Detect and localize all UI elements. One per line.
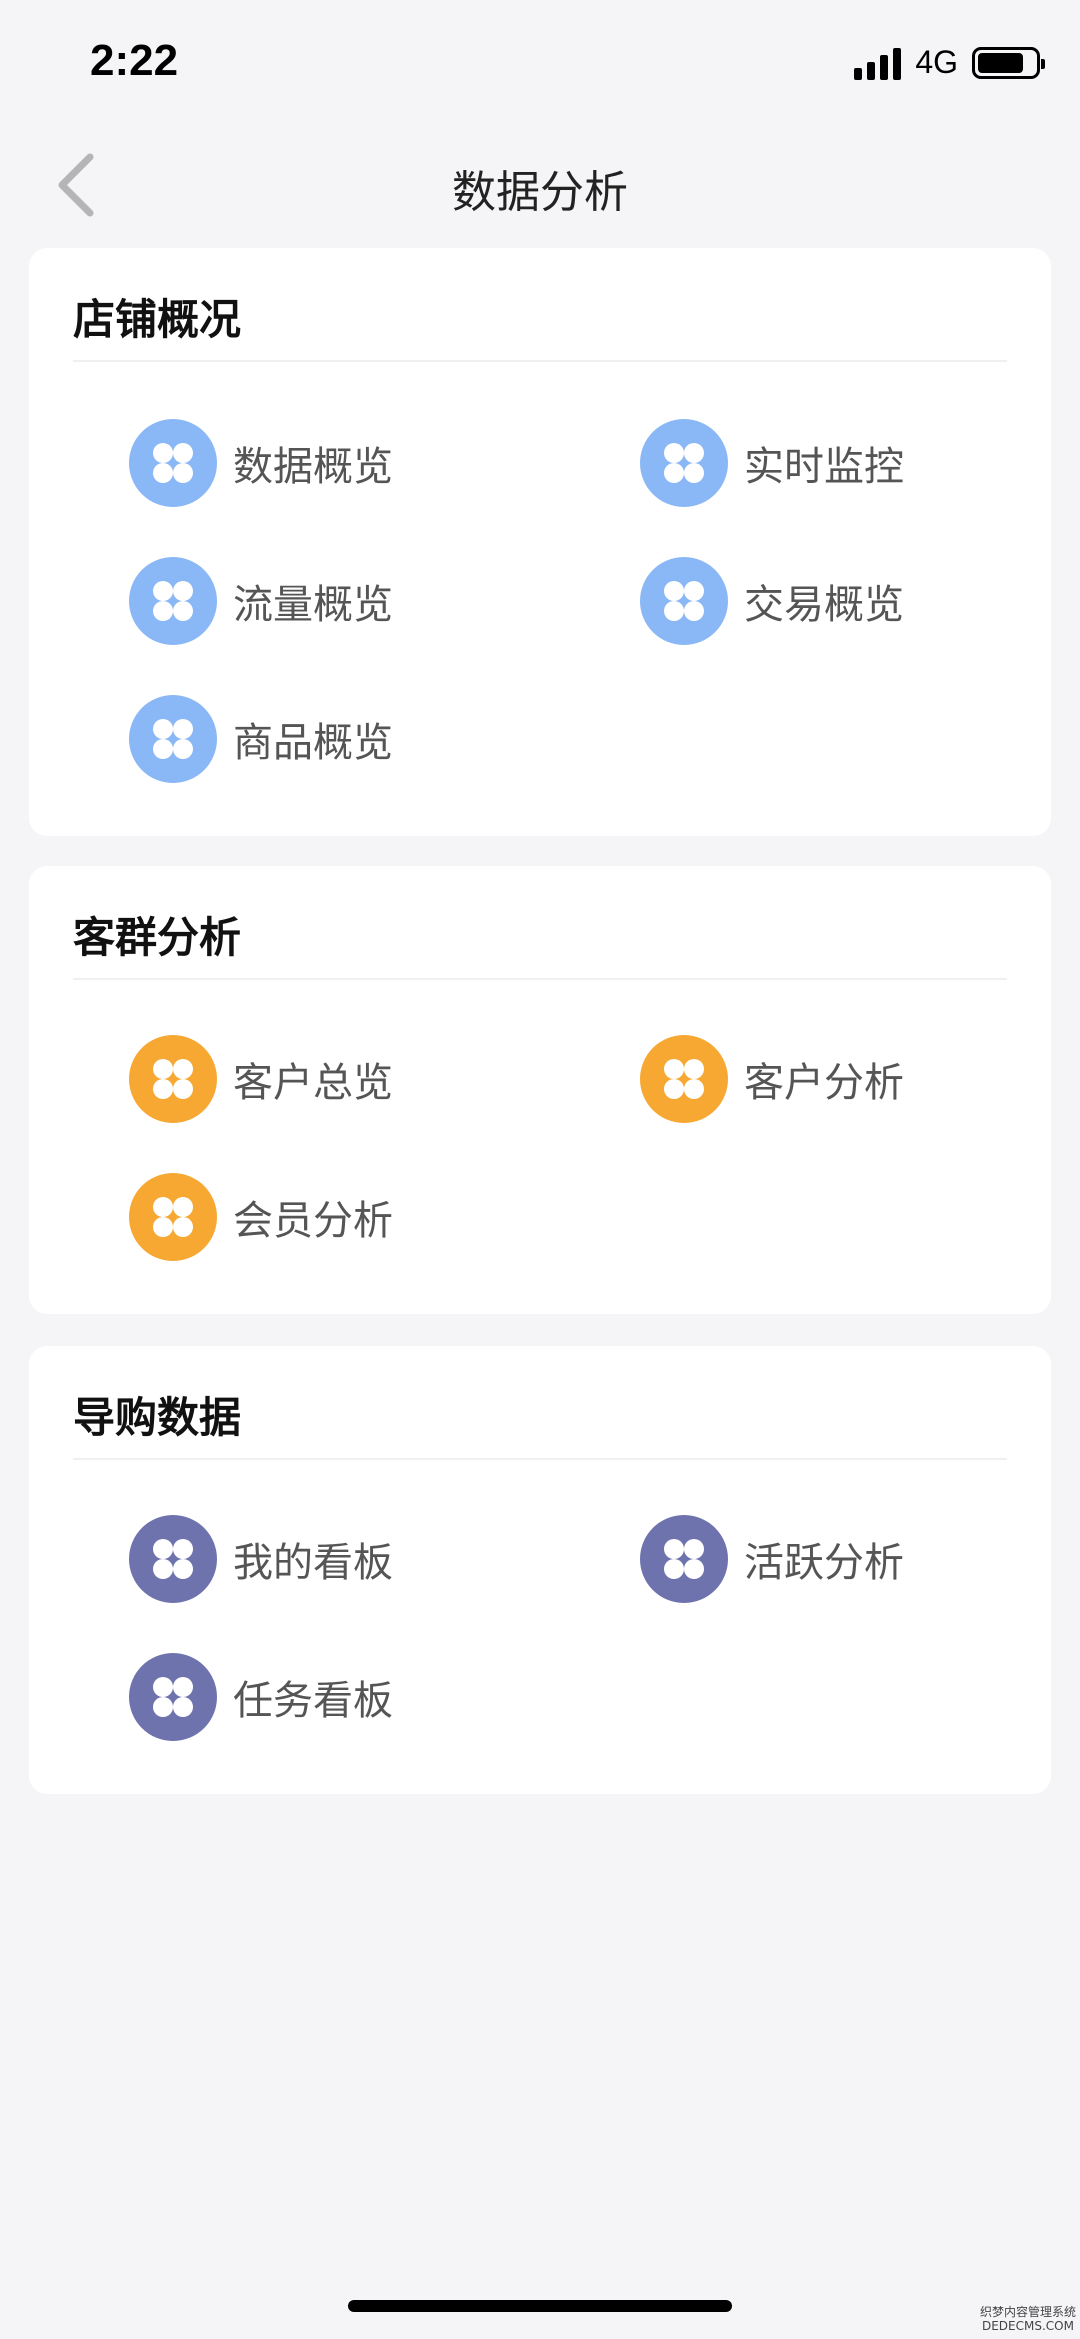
menu-item-label: 实时监控 <box>744 444 904 490</box>
section-card-guide-data: 导购数据 我的看板 活跃分析 任务看板 <box>29 1346 1051 1794</box>
clover-icon <box>640 557 728 645</box>
status-indicators: 4G <box>854 44 1045 81</box>
menu-item-traffic-overview[interactable]: 流量概览 <box>129 556 393 646</box>
clover-icon <box>129 1035 217 1123</box>
menu-item-realtime-monitor[interactable]: 实时监控 <box>640 418 904 508</box>
section-title: 店铺概况 <box>73 295 242 344</box>
menu-item-label: 数据概览 <box>233 444 393 490</box>
menu-item-activity-analysis[interactable]: 活跃分析 <box>640 1514 904 1604</box>
menu-item-data-overview[interactable]: 数据概览 <box>129 418 393 508</box>
clover-icon <box>129 695 217 783</box>
menu-item-product-overview[interactable]: 商品概览 <box>129 694 393 784</box>
menu-item-label: 会员分析 <box>233 1198 393 1244</box>
network-label: 4G <box>915 44 958 80</box>
menu-item-task-dashboard[interactable]: 任务看板 <box>129 1652 393 1742</box>
menu-item-label: 活跃分析 <box>744 1540 904 1586</box>
section-divider <box>73 1458 1007 1460</box>
signal-icon <box>854 46 902 80</box>
menu-item-customer-summary[interactable]: 客户总览 <box>129 1034 393 1124</box>
clover-icon <box>640 1035 728 1123</box>
clover-icon <box>640 419 728 507</box>
watermark: 织梦内容管理系统 DEDECMS.COM <box>980 2305 1076 2333</box>
section-card-customer-analysis: 客群分析 客户总览 客户分析 会员分析 <box>29 866 1051 1314</box>
section-title: 客群分析 <box>73 913 242 962</box>
menu-item-label: 商品概览 <box>233 720 393 766</box>
menu-item-trade-overview[interactable]: 交易概览 <box>640 556 904 646</box>
clover-icon <box>129 1515 217 1603</box>
home-indicator[interactable] <box>348 2300 732 2312</box>
menu-item-label: 交易概览 <box>744 582 904 628</box>
clover-icon <box>129 1173 217 1261</box>
section-title: 导购数据 <box>73 1393 242 1442</box>
menu-item-label: 我的看板 <box>233 1540 393 1586</box>
page-title: 数据分析 <box>452 167 628 218</box>
menu-item-label: 任务看板 <box>233 1678 393 1724</box>
menu-item-label: 客户分析 <box>744 1060 904 1106</box>
battery-icon <box>972 46 1045 79</box>
menu-item-customer-analysis[interactable]: 客户分析 <box>640 1034 904 1124</box>
clover-icon <box>129 1653 217 1741</box>
menu-item-label: 客户总览 <box>233 1060 393 1106</box>
section-card-store-overview: 店铺概况 数据概览 实时监控 流量概览 交易概览 商品概览 <box>29 248 1051 836</box>
clover-icon <box>129 557 217 645</box>
menu-item-label: 流量概览 <box>233 582 393 628</box>
nav-bar: 数据分析 <box>0 130 1080 242</box>
clover-icon <box>640 1515 728 1603</box>
section-divider <box>73 978 1007 980</box>
section-divider <box>73 360 1007 362</box>
watermark-line1: 织梦内容管理系统 <box>979 2305 1076 2319</box>
menu-item-member-analysis[interactable]: 会员分析 <box>129 1172 393 1262</box>
menu-item-my-dashboard[interactable]: 我的看板 <box>129 1514 393 1604</box>
status-time: 2:22 <box>90 36 179 85</box>
watermark-line2: DEDECMS.COM <box>981 2319 1074 2333</box>
status-bar: 2:22 4G <box>0 0 1080 130</box>
clover-icon <box>129 419 217 507</box>
